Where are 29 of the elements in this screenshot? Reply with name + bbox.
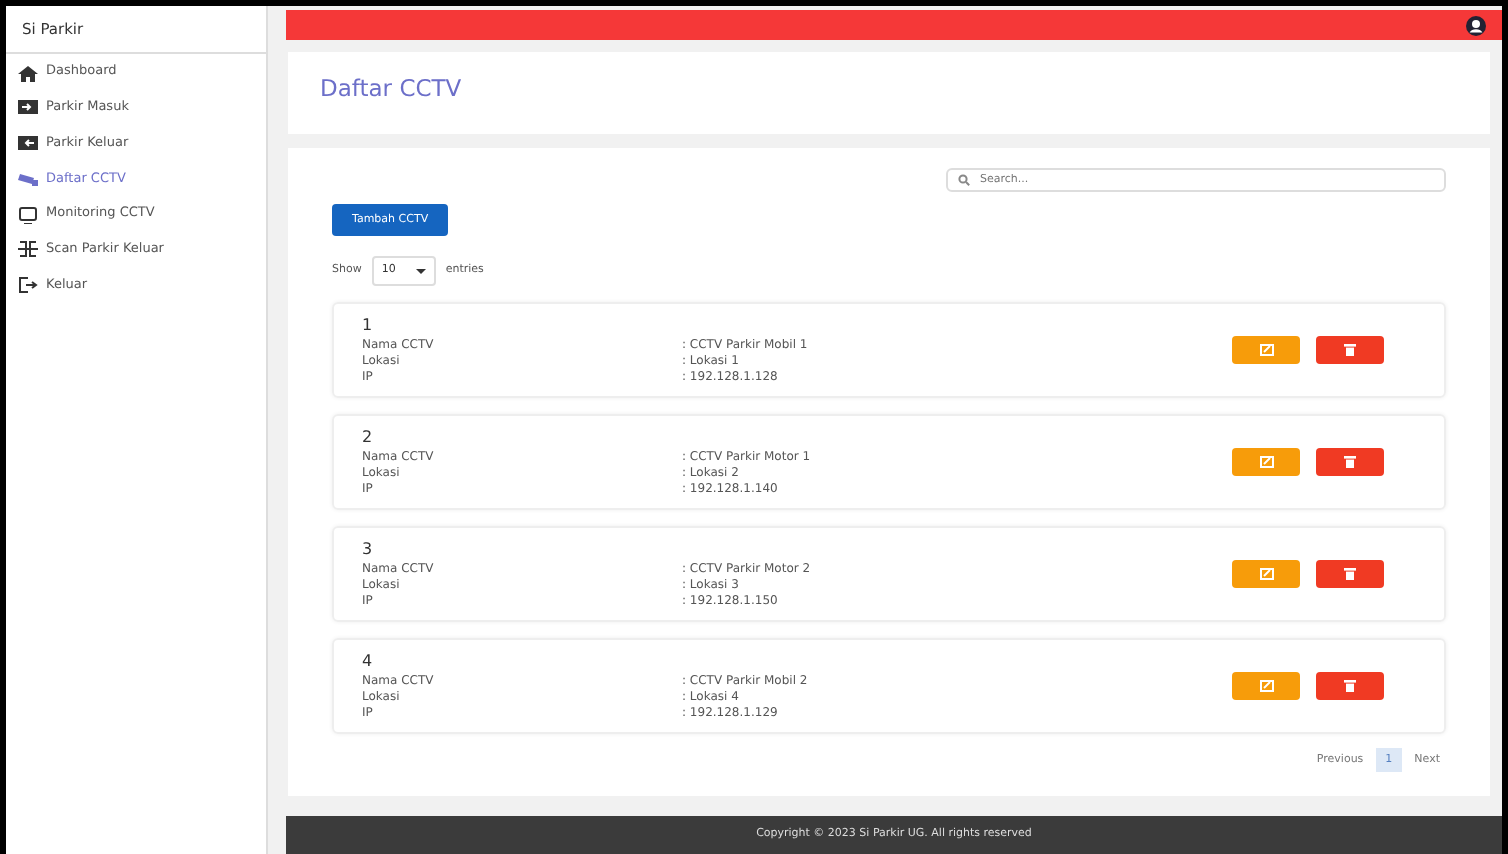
caret-icon	[415, 265, 426, 276]
delete-button[interactable]	[1316, 335, 1384, 363]
cctv-number: 4	[362, 649, 375, 673]
home-icon	[18, 63, 38, 82]
trash-icon	[1344, 679, 1356, 691]
trash-icon	[1344, 567, 1356, 579]
user-avatar-icon[interactable]	[1466, 15, 1486, 35]
edit-icon	[1259, 455, 1273, 467]
enter-icon	[18, 98, 38, 117]
page-title: Daftar CCTV	[320, 72, 464, 106]
cctv-number: 3	[362, 537, 375, 561]
delete-button[interactable]	[1316, 447, 1384, 475]
scan-icon	[18, 240, 38, 259]
edit-button[interactable]	[1232, 671, 1300, 699]
delete-button[interactable]	[1316, 559, 1384, 587]
edit-button[interactable]	[1232, 447, 1300, 475]
trash-icon	[1344, 343, 1356, 355]
edit-button[interactable]	[1232, 559, 1300, 587]
edit-icon	[1259, 679, 1273, 691]
logout-icon	[18, 276, 38, 295]
edit-button[interactable]	[1232, 335, 1300, 363]
monitor-icon	[18, 205, 38, 224]
cctv-number: 1	[362, 313, 375, 337]
edit-icon	[1259, 343, 1273, 355]
trash-icon	[1344, 455, 1356, 467]
cctv-number: 2	[362, 425, 375, 449]
exit-icon	[18, 134, 38, 153]
edit-icon	[1259, 567, 1273, 579]
delete-button[interactable]	[1316, 671, 1384, 699]
